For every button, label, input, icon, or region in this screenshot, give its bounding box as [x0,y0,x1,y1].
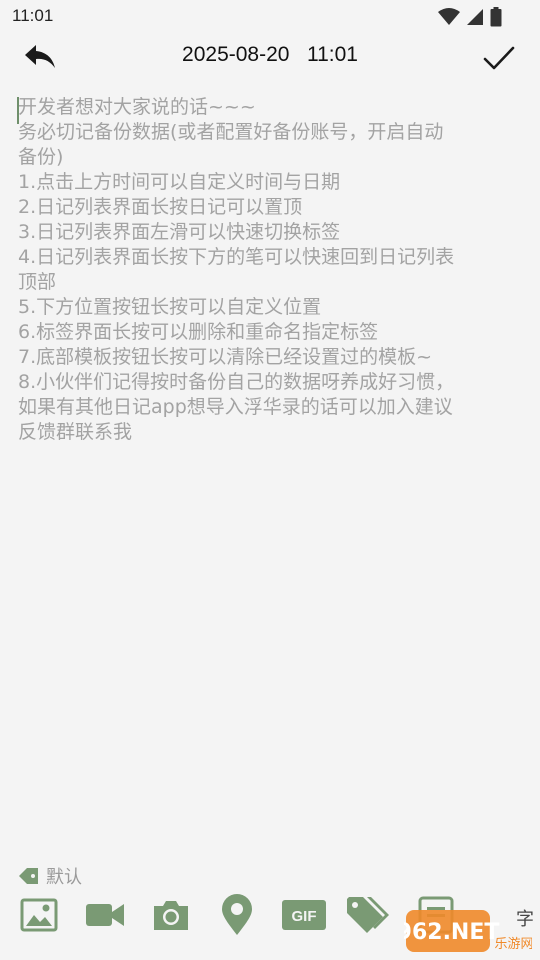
insert-gif-button[interactable]: GIF [281,893,327,937]
insert-image-button[interactable] [18,893,60,937]
watermark-logo: 962.NET 乐游网 [397,906,534,956]
editor-line: 2.日记列表界面长按日记可以置顶 [18,196,303,218]
image-icon [20,898,58,932]
datetime-picker[interactable]: 2025-08-20 11:01 [0,43,540,67]
editor-line: 备份) [18,146,64,168]
tags-icon [347,897,389,933]
tag-icon [19,868,38,884]
video-icon [86,904,124,926]
editor-line: 8.小伙伴们记得按时备份自己的数据呀养成好习惯， [18,371,455,393]
editor-line: 反馈群联系我 [18,421,133,443]
wifi-icon [438,8,460,25]
editor-line: 4.日记列表界面长按下方的笔可以快速回到日记列表 [18,246,455,268]
editor-line: 6.标签界面长按可以删除和重命名指定标签 [18,321,379,343]
editor-line: 3.日记列表界面左滑可以快速切换标签 [18,221,341,243]
camera-button[interactable] [150,893,192,937]
tags-button[interactable] [345,893,391,937]
battery-icon [490,7,502,27]
status-icons [438,7,502,27]
editor-line: 5.下方位置按钮长按可以自定义位置 [18,296,322,318]
gif-text: GIF [292,908,317,925]
insert-video-button[interactable] [84,893,126,937]
tag-selector[interactable]: 默认 [18,864,82,888]
editor-line: 1.点击上方时间可以自定义时间与日期 [18,171,341,193]
svg-text:乐游网: 乐游网 [494,937,532,952]
confirm-button[interactable] [482,42,516,74]
status-bar: 11:01 [0,0,540,34]
camera-icon [154,901,188,930]
signal-icon [467,9,483,25]
location-button[interactable] [218,893,256,937]
editor-line: 务必切记备份数据(或者配置好备份账号，开启自动 [18,121,444,143]
check-icon [483,46,515,70]
editor-line: 7.底部模板按钮长按可以清除已经设置过的模板~ [18,346,433,368]
editor-line: 开发者想对大家说的话~~~ [18,96,256,118]
editor-line: 顶部 [18,271,57,293]
gif-icon: GIF [282,900,326,930]
top-toolbar: 2025-08-20 11:01 [0,34,540,82]
diary-editor[interactable]: 开发者想对大家说的话~~~ 务必切记备份数据(或者配置好备份账号，开启自动 备份) 1… [18,95,523,445]
tag-label: 默认 [46,867,82,888]
status-time: 11:01 [12,6,54,25]
location-icon [222,894,252,935]
svg-text:962.NET: 962.NET [404,920,499,945]
editor-line: 如果有其他日记app想导入浮华录的话可以加入建议 [18,396,453,418]
